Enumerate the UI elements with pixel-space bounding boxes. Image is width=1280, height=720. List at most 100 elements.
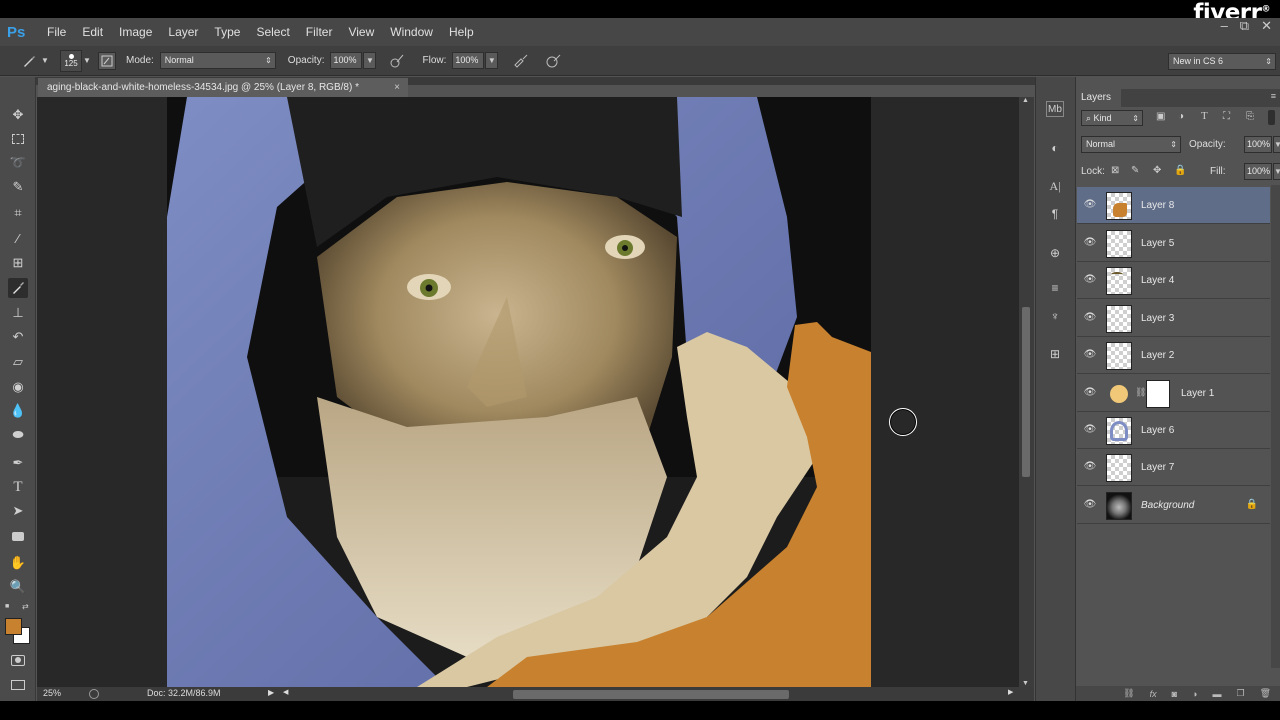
visibility-eye-icon[interactable]: 👁 — [1083, 273, 1097, 287]
filter-shape-icon[interactable]: ⛶ — [1223, 111, 1230, 122]
layer-row-layer-1[interactable]: 👁 ⛓ Layer 1 — [1077, 375, 1270, 412]
menu-edit[interactable]: Edit — [74, 25, 111, 39]
swap-colors-icon[interactable]: ⇄ — [22, 602, 29, 611]
quick-mask-icon[interactable] — [8, 650, 28, 670]
scroll-down-icon[interactable]: ▼ — [1022, 680, 1029, 687]
visibility-eye-icon[interactable]: 👁 — [1083, 386, 1097, 400]
link-layers-icon[interactable]: ⛓ — [1123, 688, 1134, 699]
screen-mode-icon[interactable] — [8, 675, 28, 695]
layer-row-layer-5[interactable]: 👁 Layer 5 — [1077, 225, 1270, 262]
default-colors-icon[interactable]: ■ — [5, 603, 9, 610]
eraser-tool-icon[interactable]: ▱ — [8, 352, 28, 372]
layer-row-layer-8[interactable]: 👁 Layer 8 — [1077, 187, 1270, 224]
fx-icon[interactable]: fx — [1150, 689, 1157, 699]
brush-presets-icon[interactable]: ♆ — [1044, 305, 1066, 327]
minimize-button[interactable]: – — [1221, 18, 1228, 34]
zoom-tool-icon[interactable]: 🔍 — [8, 577, 28, 597]
visibility-eye-icon[interactable]: 👁 — [1083, 311, 1097, 325]
foreground-color-swatch[interactable] — [5, 618, 22, 635]
visibility-eye-icon[interactable]: 👁 — [1083, 236, 1097, 250]
menu-file[interactable]: File — [39, 25, 74, 39]
layer-row-background[interactable]: 👁 Background 🔒 — [1077, 487, 1270, 524]
document-canvas[interactable] — [167, 97, 871, 687]
lasso-tool-icon[interactable]: ➰ — [8, 153, 28, 173]
navigator-icon[interactable]: ◐ — [1044, 137, 1066, 159]
path-selection-tool-icon[interactable]: ➤ — [8, 501, 28, 521]
workspace-dropdown[interactable]: New in CS 6 ⇕ — [1168, 53, 1276, 70]
crop-tool-icon[interactable]: ⌗ — [8, 203, 28, 223]
pressure-size-icon[interactable] — [544, 53, 562, 69]
menu-view[interactable]: View — [340, 25, 382, 39]
filter-pixel-icon[interactable]: ▣ — [1156, 111, 1165, 122]
history-brush-tool-icon[interactable]: ↶ — [8, 327, 28, 347]
lock-image-icon[interactable]: ✎ — [1131, 165, 1139, 176]
pressure-opacity-icon[interactable] — [388, 53, 406, 69]
blend-mode-dropdown[interactable]: Normal ⇕ — [1081, 136, 1181, 153]
menu-window[interactable]: Window — [382, 25, 441, 39]
menu-select[interactable]: Select — [248, 25, 297, 39]
brush-size-picker[interactable]: 125 — [60, 49, 82, 72]
mask-link-icon[interactable]: ⛓ — [1135, 387, 1146, 398]
marquee-tool-icon[interactable] — [8, 129, 28, 149]
mini-bridge-icon[interactable]: Mb — [1046, 101, 1064, 117]
visibility-eye-icon[interactable]: 👁 — [1083, 348, 1097, 362]
pen-tool-icon[interactable]: ✒ — [8, 453, 28, 473]
clone-stamp-tool-icon[interactable]: ⊥ — [8, 303, 28, 323]
menu-layer[interactable]: Layer — [160, 25, 206, 39]
lock-all-icon[interactable]: 🔒 — [1174, 165, 1186, 176]
type-tool-icon[interactable]: T — [8, 477, 28, 497]
mode-dropdown[interactable]: Normal ⇕ — [159, 52, 276, 69]
character-icon[interactable]: A| — [1044, 175, 1066, 197]
visibility-eye-icon[interactable]: 👁 — [1083, 198, 1097, 212]
menu-image[interactable]: Image — [111, 25, 160, 39]
dodge-tool-icon[interactable]: ⬬ — [8, 425, 28, 445]
filter-smart-object-icon[interactable]: ⎘ — [1246, 111, 1254, 122]
new-layer-icon[interactable]: ❐ — [1236, 688, 1244, 699]
scroll-up-icon[interactable]: ▲ — [1022, 97, 1029, 104]
visibility-eye-icon[interactable]: 👁 — [1083, 460, 1097, 474]
healing-brush-tool-icon[interactable]: ⊞ — [8, 253, 28, 273]
fill-field[interactable]: 100% — [1244, 163, 1272, 180]
panel-menu-icon[interactable]: ≡ — [1271, 91, 1276, 101]
visibility-eye-icon[interactable]: 👁 — [1083, 423, 1097, 437]
flow-field[interactable]: 100% — [452, 52, 485, 69]
channels-icon[interactable]: ⊞ — [1044, 343, 1066, 365]
eyedropper-tool-icon[interactable]: ⁄ — [8, 228, 28, 248]
layer-filter-kind[interactable]: ⌕ Kind ⇕ — [1081, 110, 1143, 126]
layer-row-layer-2[interactable]: 👁 Layer 2 — [1077, 337, 1270, 374]
opacity-dropdown-icon[interactable]: ▼ — [363, 52, 377, 69]
menu-help[interactable]: Help — [441, 25, 482, 39]
adjustments-icon[interactable]: ≡ — [1044, 277, 1066, 299]
brush-panel-toggle-icon[interactable] — [98, 51, 116, 70]
fill-dropdown-icon[interactable]: ▼ — [1273, 163, 1280, 180]
layer-row-layer-4[interactable]: 👁 Layer 4 — [1077, 262, 1270, 299]
clone-source-icon[interactable]: ⊕ — [1044, 242, 1066, 264]
layer-row-layer-6[interactable]: 👁 Layer 6 — [1077, 412, 1270, 449]
layer-opacity-field[interactable]: 100% — [1244, 136, 1272, 153]
layer-mask-thumbnail[interactable] — [1146, 380, 1170, 408]
visibility-eye-icon[interactable]: 👁 — [1083, 498, 1097, 512]
quick-select-tool-icon[interactable]: ✎ — [8, 177, 28, 197]
layer-row-layer-3[interactable]: 👁 Layer 3 — [1077, 300, 1270, 337]
flow-dropdown-icon[interactable]: ▼ — [485, 52, 499, 69]
layer-row-layer-7[interactable]: 👁 Layer 7 — [1077, 449, 1270, 486]
lock-transparent-icon[interactable]: ⊠ — [1111, 165, 1119, 176]
layers-tab[interactable]: Layers — [1076, 89, 1121, 107]
brush-picker-arrow-icon[interactable]: ▼ — [82, 56, 92, 65]
document-tab[interactable]: aging-black-and-white-homeless-34534.jpg… — [38, 78, 408, 97]
brush-tool-icon[interactable] — [8, 278, 28, 298]
layers-scrollbar[interactable] — [1271, 185, 1280, 668]
zoom-level[interactable]: 25% — [43, 688, 61, 698]
close-window-button[interactable]: ✕ — [1261, 18, 1272, 34]
new-adjustment-layer-icon[interactable]: ◑ — [1192, 689, 1197, 699]
preset-dropdown-arrow-icon[interactable]: ▼ — [40, 56, 50, 65]
filter-toggle-switch[interactable] — [1268, 110, 1275, 125]
vertical-scrollbar[interactable]: ▲ ▼ — [1019, 97, 1034, 687]
delete-layer-icon[interactable]: 🗑 — [1260, 688, 1271, 699]
blur-tool-icon[interactable]: 💧 — [8, 401, 28, 421]
restore-button[interactable]: ⧉ — [1240, 18, 1249, 34]
menu-filter[interactable]: Filter — [298, 25, 341, 39]
paint-bucket-tool-icon[interactable]: ◉ — [8, 377, 28, 397]
lock-position-icon[interactable]: ✥ — [1153, 165, 1161, 176]
layer-opacity-dropdown-icon[interactable]: ▼ — [1273, 136, 1280, 153]
